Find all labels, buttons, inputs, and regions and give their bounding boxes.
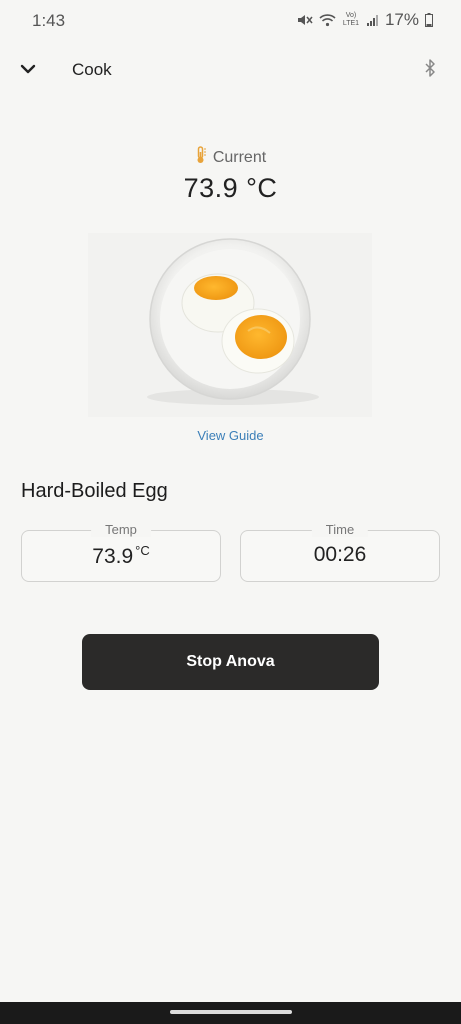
battery-percent: 17% bbox=[384, 10, 419, 29]
page-title: Cook bbox=[72, 60, 112, 79]
recipe-image bbox=[88, 233, 372, 417]
temp-label: Temp bbox=[91, 522, 151, 537]
current-value: 73.9 °C bbox=[183, 173, 278, 203]
time-field[interactable]: Time 00:26 bbox=[240, 522, 440, 582]
time-label: Time bbox=[311, 522, 369, 537]
bluetooth-button[interactable] bbox=[419, 56, 441, 84]
view-guide-link[interactable]: View Guide bbox=[0, 428, 461, 443]
current-temperature: Current 73.9 °C bbox=[0, 146, 461, 204]
time-value: 00:26 bbox=[313, 543, 367, 566]
home-handle[interactable] bbox=[170, 1010, 292, 1014]
mute-icon bbox=[297, 13, 313, 27]
battery-icon bbox=[425, 13, 433, 27]
signal-icon bbox=[366, 14, 379, 27]
temp-field[interactable]: Temp 73.9 °C bbox=[21, 522, 221, 582]
temp-value: 73.9 bbox=[92, 545, 134, 568]
status-icons: Vo) LTE1 17% bbox=[297, 10, 433, 30]
thermometer-icon bbox=[195, 146, 207, 169]
recipe-title: Hard-Boiled Egg bbox=[21, 480, 168, 502]
navigation-bar bbox=[0, 1002, 461, 1024]
status-bar: 1:43 Vo) LTE1 17% bbox=[0, 0, 461, 42]
chevron-down-icon bbox=[20, 61, 36, 79]
temp-unit: °C bbox=[135, 543, 150, 558]
bluetooth-icon bbox=[424, 58, 436, 82]
status-time: 1:43 bbox=[32, 11, 66, 30]
current-label: Current bbox=[212, 148, 267, 166]
app-header: Cook bbox=[0, 50, 461, 90]
stop-anova-button[interactable]: Stop Anova bbox=[82, 634, 379, 690]
wifi-icon bbox=[319, 13, 336, 27]
collapse-button[interactable] bbox=[14, 56, 42, 84]
cook-screen: 1:43 Vo) LTE1 17% Cook Current 73.9 °C V… bbox=[0, 0, 461, 1024]
network-label: Vo) LTE1 bbox=[342, 12, 360, 27]
